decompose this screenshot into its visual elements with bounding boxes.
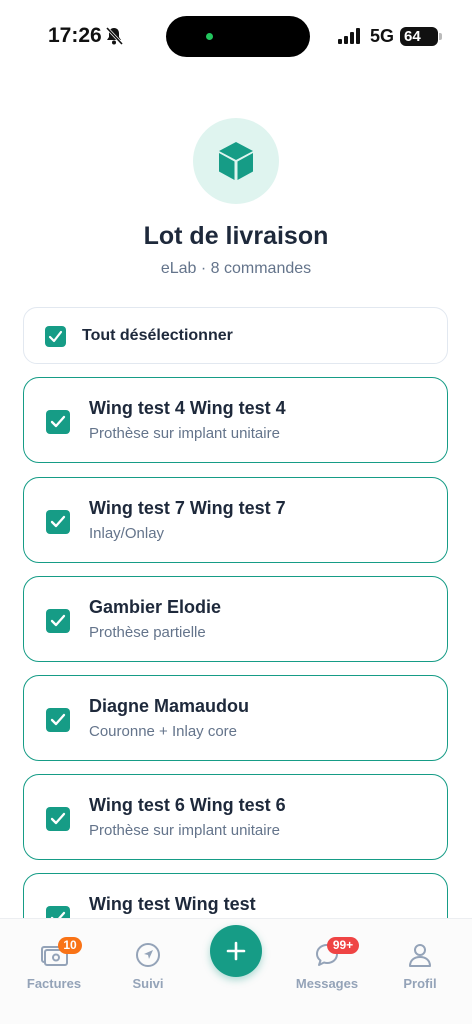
order-card[interactable]: Gambier Elodie Prothèse partielle: [23, 576, 448, 662]
check-icon: [50, 614, 66, 627]
order-checkbox[interactable]: [46, 410, 70, 434]
camera-indicator-icon: [206, 33, 213, 40]
nav-messages[interactable]: 99+ Messages: [287, 919, 367, 999]
check-icon: [50, 515, 66, 528]
order-description: Prothèse sur implant unitaire: [89, 425, 280, 442]
order-card[interactable]: Diagne Mamaudou Couronne + Inlay core: [23, 675, 448, 761]
plus-icon: [226, 941, 246, 961]
check-icon: [50, 415, 66, 428]
nav-messages-label: Messages: [295, 976, 359, 991]
battery-icon: 64: [400, 27, 442, 46]
compass-icon: [136, 943, 160, 967]
nav-factures[interactable]: 10 Factures: [14, 919, 94, 999]
order-card[interactable]: Wing test 4 Wing test 4 Prothèse sur imp…: [23, 377, 448, 463]
order-patient-name: Diagne Mamaudou: [89, 696, 250, 716]
status-time: 17:26: [48, 24, 102, 47]
add-button[interactable]: [210, 925, 262, 977]
order-patient-name: Wing test 4 Wing test 4: [89, 398, 286, 418]
order-checkbox[interactable]: [46, 708, 70, 732]
order-patient-name: Wing test 7 Wing test 7: [89, 498, 286, 518]
order-patient-name: Wing test Wing test: [89, 894, 256, 914]
check-icon: [50, 812, 66, 825]
check-icon: [50, 713, 66, 726]
order-checkbox[interactable]: [46, 609, 70, 633]
battery-level: 64: [404, 28, 421, 45]
messages-badge: 99+: [327, 937, 359, 954]
nav-suivi-label: Suivi: [132, 976, 164, 991]
deselect-all-button[interactable]: Tout désélectionner: [23, 307, 448, 364]
order-description: Prothèse sur implant unitaire: [89, 822, 280, 839]
cube-icon: [193, 118, 279, 204]
signal-icon: [338, 28, 360, 44]
status-bar: 17:26 5G 64: [0, 0, 472, 74]
deselect-all-label: Tout désélectionner: [82, 327, 233, 344]
order-card[interactable]: Wing test 7 Wing test 7 Inlay/Onlay: [23, 477, 448, 563]
order-description: Inlay/Onlay: [89, 525, 165, 542]
order-checkbox[interactable]: [46, 510, 70, 534]
order-patient-name: Wing test 6 Wing test 6: [89, 795, 286, 815]
bell-off-icon: [105, 26, 124, 46]
deselect-all-checkbox[interactable]: [45, 326, 66, 347]
order-description: Prothèse partielle: [89, 624, 206, 641]
order-card[interactable]: Wing test 6 Wing test 6 Prothèse sur imp…: [23, 774, 448, 860]
bottom-nav: 10 Factures Suivi 99+ Messages Profil: [0, 918, 472, 1024]
nav-profil[interactable]: Profil: [380, 919, 460, 999]
nav-suivi[interactable]: Suivi: [108, 919, 188, 999]
order-checkbox[interactable]: [46, 807, 70, 831]
order-patient-name: Gambier Elodie: [89, 597, 222, 617]
page-title: Lot de livraison: [143, 222, 329, 250]
factures-badge: 10: [58, 937, 82, 954]
page-subtitle: eLab · 8 commandes: [160, 260, 312, 277]
dynamic-island: [166, 16, 310, 57]
check-icon: [48, 330, 63, 343]
network-type: 5G: [370, 26, 395, 46]
order-description: Couronne + Inlay core: [89, 723, 238, 740]
nav-profil-label: Profil: [403, 976, 437, 991]
user-icon: [409, 944, 431, 967]
nav-factures-label: Factures: [26, 976, 82, 991]
